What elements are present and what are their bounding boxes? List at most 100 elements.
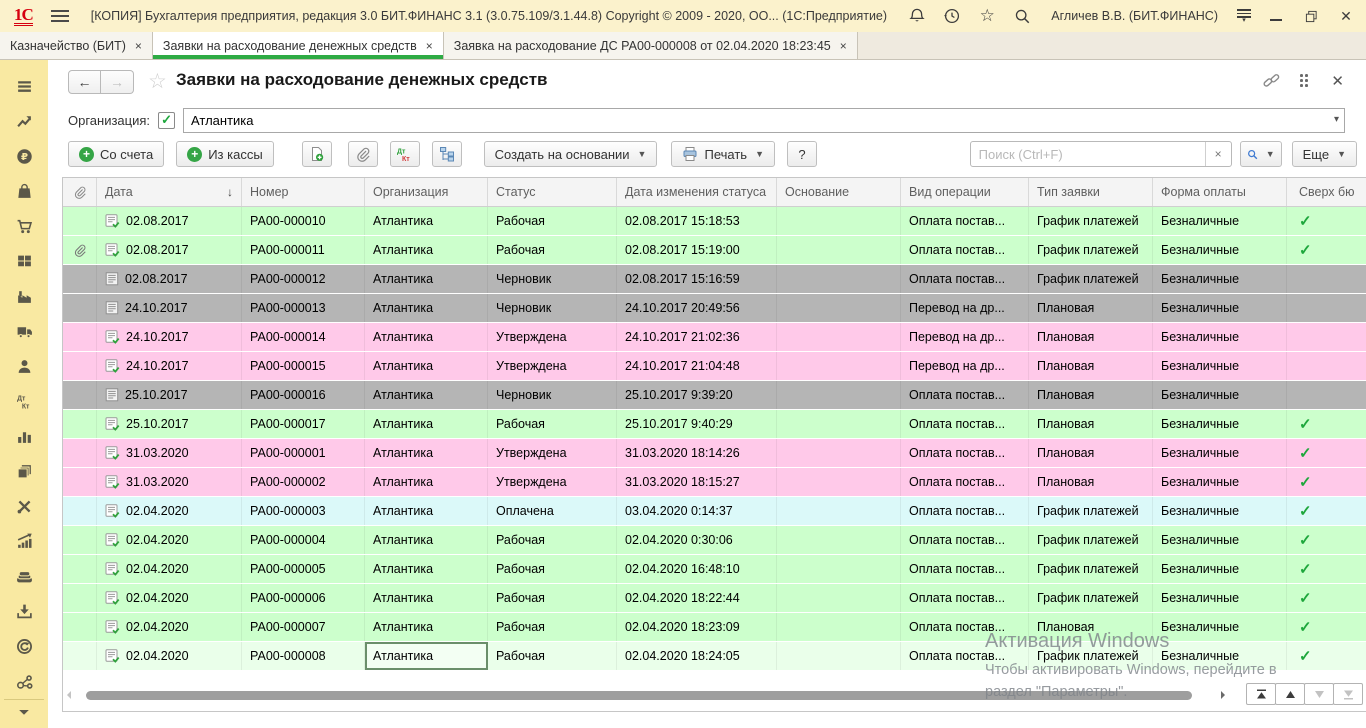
cell-request-type[interactable]: График платежей <box>1029 555 1153 583</box>
cell-date[interactable]: 02.08.2017 <box>97 236 242 264</box>
cell-basis[interactable] <box>777 265 901 293</box>
cell-attachments[interactable] <box>63 497 97 525</box>
cell-over-budget[interactable] <box>1287 381 1366 409</box>
clear-search-icon[interactable]: × <box>1205 142 1231 166</box>
cell-payment-form[interactable]: Безналичные <box>1153 468 1287 496</box>
reports-icon[interactable] <box>0 454 48 489</box>
cell-over-budget[interactable]: ✓ <box>1287 468 1366 496</box>
cell-request-type[interactable]: Плановая <box>1029 323 1153 351</box>
cell-number[interactable]: РА00-000005 <box>242 555 365 583</box>
cell-basis[interactable] <box>777 381 901 409</box>
cell-over-budget[interactable]: ✓ <box>1287 207 1366 235</box>
cell-number[interactable]: РА00-000006 <box>242 584 365 612</box>
delivery-icon[interactable] <box>0 314 48 349</box>
cell-status[interactable]: Рабочая <box>488 207 617 235</box>
cell-operation[interactable]: Перевод на др... <box>901 294 1029 322</box>
cell-date[interactable]: 24.10.2017 <box>97 352 242 380</box>
advanced-search-button[interactable]: ▼ <box>1240 141 1282 167</box>
cell-date[interactable]: 24.10.2017 <box>97 294 242 322</box>
go-last-row-button[interactable] <box>1333 683 1363 705</box>
cell-status[interactable]: Утверждена <box>488 323 617 351</box>
scrollbar-track[interactable] <box>78 691 1214 700</box>
column-header-operation[interactable]: Вид операции <box>901 178 1029 206</box>
cell-operation[interactable]: Оплата постав... <box>901 265 1029 293</box>
cell-basis[interactable] <box>777 613 901 641</box>
cell-status-date[interactable]: 24.10.2017 20:49:56 <box>617 294 777 322</box>
more-actions-kebab-icon[interactable] <box>1300 74 1308 87</box>
cell-operation[interactable]: Перевод на др... <box>901 352 1029 380</box>
cell-attachments[interactable] <box>63 323 97 351</box>
close-form-icon[interactable]: ✕ <box>1331 72 1344 90</box>
column-header-number[interactable]: Номер <box>242 178 365 206</box>
integration-icon[interactable] <box>0 664 48 699</box>
table-row[interactable]: 02.04.2020РА00-000004АтлантикаРабочая02.… <box>63 526 1366 555</box>
restore-window-icon[interactable] <box>1301 6 1321 26</box>
cell-payment-form[interactable]: Безналичные <box>1153 207 1287 235</box>
column-header-basis[interactable]: Основание <box>777 178 901 206</box>
cell-operation[interactable]: Оплата постав... <box>901 439 1029 467</box>
cell-status[interactable]: Черновик <box>488 381 617 409</box>
back-button[interactable]: ← <box>68 70 101 94</box>
cell-basis[interactable] <box>777 526 901 554</box>
service-menu-icon[interactable]: ▾ <box>1237 9 1251 23</box>
cell-status-date[interactable]: 02.04.2020 18:22:44 <box>617 584 777 612</box>
main-menu-icon[interactable] <box>51 10 69 22</box>
cell-status[interactable]: Оплачена <box>488 497 617 525</box>
import-icon[interactable] <box>0 594 48 629</box>
column-header-over-budget[interactable]: Сверх бю <box>1287 178 1366 206</box>
cell-payment-form[interactable]: Безналичные <box>1153 555 1287 583</box>
cell-basis[interactable] <box>777 439 901 467</box>
column-header-payment-form[interactable]: Форма оплаты <box>1153 178 1287 206</box>
cell-status-date[interactable]: 24.10.2017 21:02:36 <box>617 323 777 351</box>
create-from-cash-button[interactable]: + Из кассы <box>176 141 273 167</box>
cell-attachments[interactable] <box>63 265 97 293</box>
column-header-status[interactable]: Статус <box>488 178 617 206</box>
cell-operation[interactable]: Оплата постав... <box>901 236 1029 264</box>
cell-over-budget[interactable]: ✓ <box>1287 497 1366 525</box>
cell-organization[interactable]: Атлантика <box>365 555 488 583</box>
cell-basis[interactable] <box>777 352 901 380</box>
cell-date[interactable]: 25.10.2017 <box>97 381 242 409</box>
close-tab-icon[interactable]: × <box>135 39 142 53</box>
cell-date[interactable]: 02.08.2017 <box>97 265 242 293</box>
cell-number[interactable]: РА00-000010 <box>242 207 365 235</box>
cell-operation[interactable]: Оплата постав... <box>901 526 1029 554</box>
cell-request-type[interactable]: Плановая <box>1029 381 1153 409</box>
cell-operation[interactable]: Оплата постав... <box>901 468 1029 496</box>
cell-organization[interactable]: Атлантика <box>365 526 488 554</box>
cell-organization[interactable]: Атлантика <box>365 468 488 496</box>
cell-payment-form[interactable]: Безналичные <box>1153 410 1287 438</box>
cell-request-type[interactable]: График платежей <box>1029 236 1153 264</box>
cell-operation[interactable]: Оплата постав... <box>901 613 1029 641</box>
table-row[interactable]: 25.10.2017РА00-000017АтлантикаРабочая25.… <box>63 410 1366 439</box>
go-down-row-button[interactable] <box>1304 683 1334 705</box>
cell-operation[interactable]: Оплата постав... <box>901 497 1029 525</box>
cell-over-budget[interactable]: ✓ <box>1287 642 1366 670</box>
cell-operation[interactable]: Перевод на др... <box>901 323 1029 351</box>
table-row[interactable]: 25.10.2017РА00-000016АтлантикаЧерновик25… <box>63 381 1366 410</box>
cell-status[interactable]: Черновик <box>488 265 617 293</box>
cell-date[interactable]: 02.04.2020 <box>97 555 242 583</box>
cell-attachments[interactable] <box>63 207 97 235</box>
cell-request-type[interactable]: График платежей <box>1029 642 1153 670</box>
cell-number[interactable]: РА00-000002 <box>242 468 365 496</box>
go-first-row-button[interactable] <box>1246 683 1276 705</box>
close-tab-icon[interactable]: × <box>840 39 847 53</box>
document-structure-button[interactable] <box>432 141 462 167</box>
cell-over-budget[interactable] <box>1287 265 1366 293</box>
cell-number[interactable]: РА00-000014 <box>242 323 365 351</box>
table-row[interactable]: 02.08.2017РА00-000010АтлантикаРабочая02.… <box>63 207 1366 236</box>
cell-date[interactable]: 02.04.2020 <box>97 526 242 554</box>
cell-basis[interactable] <box>777 642 901 670</box>
ruble-icon[interactable]: ₽ <box>0 139 48 174</box>
cell-organization[interactable]: Атлантика <box>365 207 488 235</box>
organization-dropdown-icon[interactable]: ▾ <box>1334 114 1339 125</box>
column-header-date[interactable]: Дата ↓ <box>97 178 242 206</box>
cell-over-budget[interactable] <box>1287 352 1366 380</box>
production-icon[interactable] <box>0 279 48 314</box>
cell-status-date[interactable]: 31.03.2020 18:15:27 <box>617 468 777 496</box>
cell-organization[interactable]: Атлантика <box>365 294 488 322</box>
cell-status[interactable]: Рабочая <box>488 410 617 438</box>
cell-organization[interactable]: Атлантика <box>365 381 488 409</box>
sidebar-more-chevron-down-icon[interactable] <box>4 699 44 728</box>
